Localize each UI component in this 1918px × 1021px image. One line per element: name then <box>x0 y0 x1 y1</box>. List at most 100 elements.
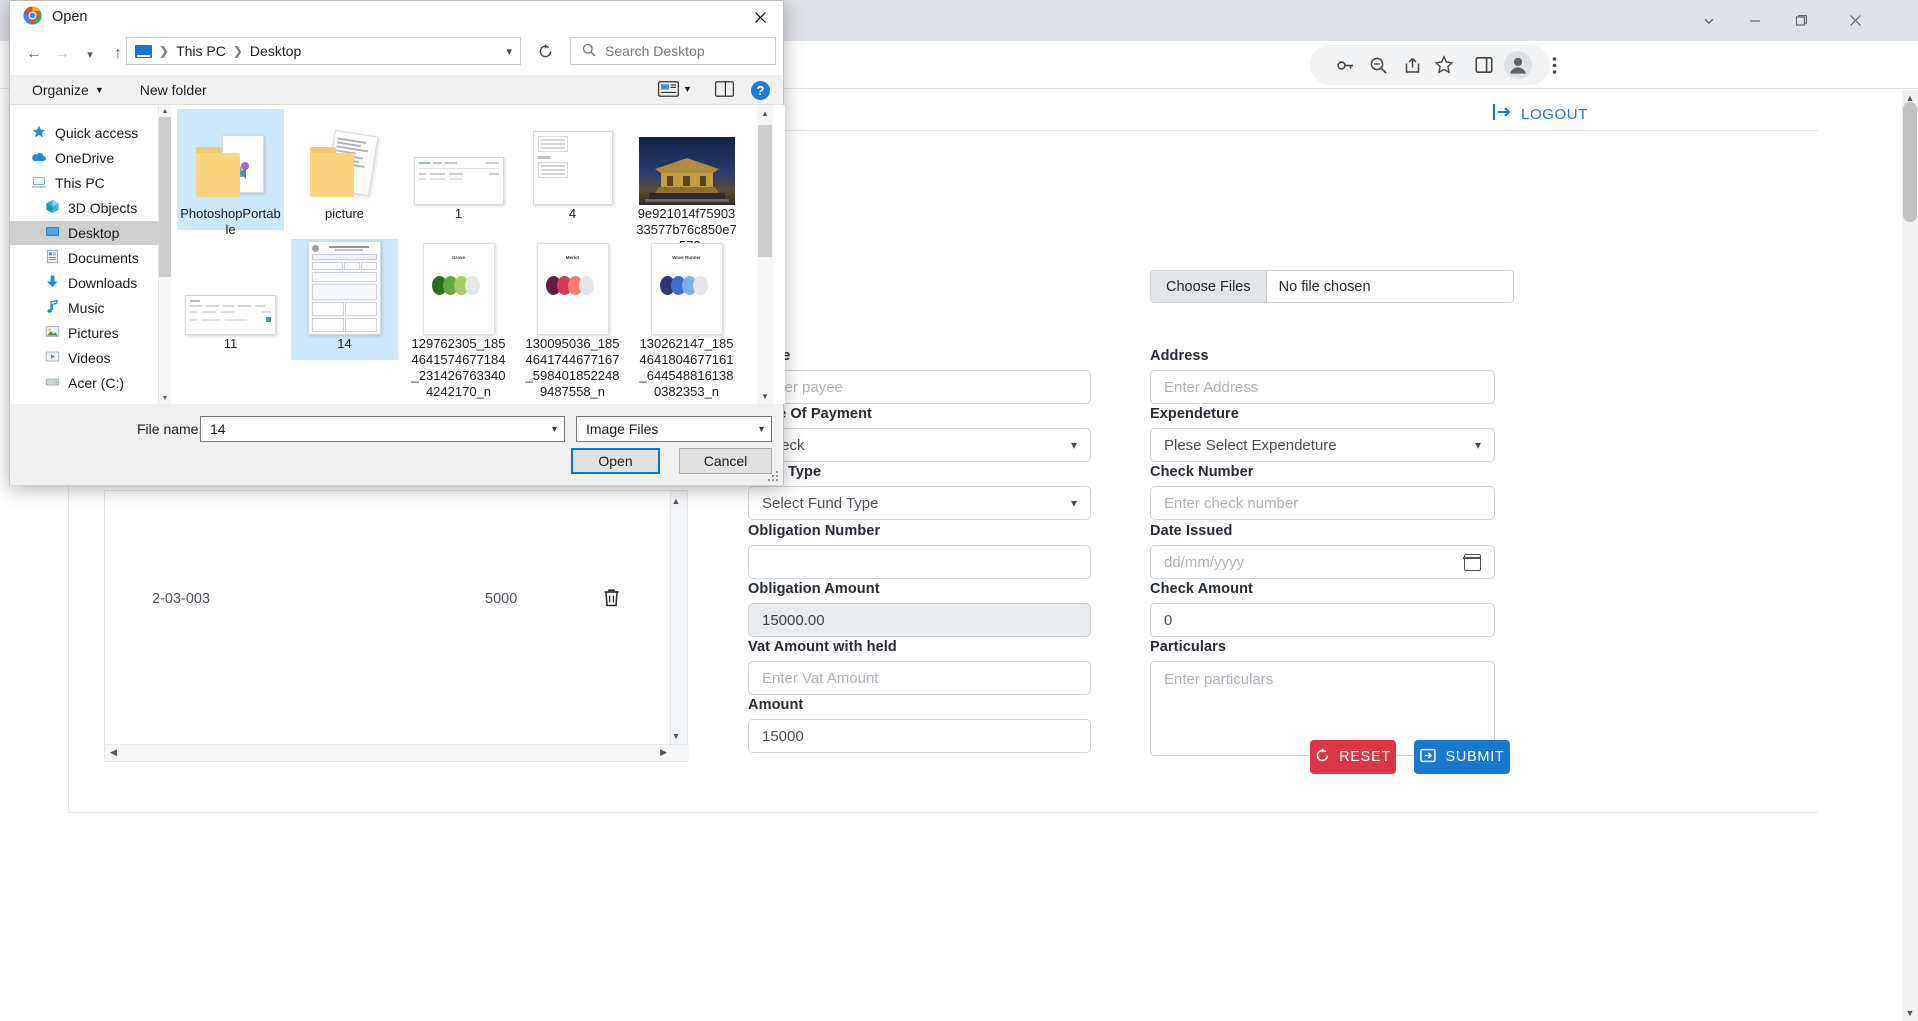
help-icon[interactable]: ? <box>751 81 770 100</box>
refresh-icon[interactable] <box>531 37 559 65</box>
chrome-logo-icon <box>23 5 42 29</box>
amount-input[interactable]: 15000 <box>748 719 1091 753</box>
table-vertical-scrollbar[interactable]: ▲ ▼ <box>670 491 687 746</box>
submit-button[interactable]: SUBMIT <box>1414 740 1510 774</box>
sidebar-item-onedrive[interactable]: OneDrive <box>10 146 159 170</box>
search-box[interactable]: Search Desktop <box>570 37 776 65</box>
navigation-pane: Quick access OneDrive This PC 3D Objects… <box>10 105 159 404</box>
scroll-left-icon[interactable]: ◀ <box>110 747 117 758</box>
sidebar-item-pictures[interactable]: Pictures <box>10 321 159 345</box>
change-view-button[interactable]: ▼ <box>658 81 692 97</box>
date-issued-input[interactable]: dd/mm/yyyy <box>1150 545 1495 579</box>
cancel-button[interactable]: Cancel <box>679 448 772 474</box>
resize-grip-icon[interactable] <box>768 471 778 481</box>
scroll-up-icon[interactable]: ▲ <box>159 105 171 117</box>
breadcrumb-desktop[interactable]: Desktop <box>250 43 301 59</box>
sidebar-label: Pictures <box>68 325 119 341</box>
nav-scroll-thumb[interactable] <box>159 117 171 277</box>
file-name-input[interactable]: 14 ▾ <box>200 416 565 442</box>
choose-files-button[interactable]: Choose Files <box>1151 271 1267 302</box>
file-tile-1[interactable]: 1 <box>405 109 512 230</box>
profile-icon[interactable] <box>1498 41 1538 89</box>
reset-button[interactable]: RESET <box>1310 740 1396 774</box>
table-row[interactable]: 2-03-003 5000 <box>105 581 687 621</box>
scroll-down-icon[interactable]: ▼ <box>757 388 773 404</box>
documents-icon <box>45 249 60 267</box>
address-input[interactable]: Enter Address <box>1150 370 1495 404</box>
breadcrumb-this-pc[interactable]: This PC <box>176 43 226 59</box>
particulars-placeholder: Enter particulars <box>1164 671 1274 688</box>
scroll-down-icon[interactable]: ▼ <box>668 728 684 744</box>
star-icon[interactable] <box>1424 41 1464 89</box>
forward-icon[interactable]: → <box>48 39 76 69</box>
sidebar-item-downloads[interactable]: Downloads <box>10 271 159 295</box>
recent-locations-chevron-icon[interactable]: ▾ <box>76 39 104 69</box>
file-upload-control[interactable]: Choose Files No file chosen <box>1150 270 1514 303</box>
table-horizontal-scrollbar[interactable]: ◀ ▶ <box>105 744 689 761</box>
file-tile-9e921014f7590333577b76c850e7c573[interactable]: 9e921014f7590333577b76c850e7c573 <box>633 109 740 253</box>
file-tile-photoshopportable[interactable]: PhotoshopPortable <box>177 109 284 237</box>
desktop-folder-icon <box>135 44 152 58</box>
downloads-icon <box>45 274 60 292</box>
file-tile-grove-swatch[interactable]: Grove 129762305_1854641574677184_2314267… <box>405 239 512 399</box>
check-amount-input[interactable]: 0 <box>1150 603 1495 637</box>
vat-amount-input[interactable]: Enter Vat Amount <box>748 661 1091 695</box>
scroll-up-icon[interactable]: ▲ <box>757 105 773 121</box>
organize-button[interactable]: Organize ▼ <box>32 82 104 98</box>
file-tile-merlot-swatch[interactable]: Merlot 130095036_1854641744677167_598401… <box>519 239 626 399</box>
sidebar-item-videos[interactable]: Videos <box>10 346 159 370</box>
minimize-icon[interactable] <box>1732 0 1778 41</box>
calendar-icon[interactable] <box>1463 553 1481 571</box>
obligation-number-input[interactable] <box>748 545 1091 579</box>
sidebar-item-music[interactable]: Music <box>10 296 159 320</box>
file-list-scrollbar[interactable]: ▲ ▼ <box>757 105 773 404</box>
sidebar-label: OneDrive <box>55 150 115 166</box>
page-scrollbar[interactable]: ▲ ▼ <box>1902 90 1918 1021</box>
delete-row-icon[interactable] <box>603 588 620 611</box>
page-scroll-thumb[interactable] <box>1903 102 1917 222</box>
mode-of-payment-select[interactable]: Check ▾ <box>748 428 1091 462</box>
file-scroll-thumb[interactable] <box>758 125 772 257</box>
payee-input[interactable]: Enter payee <box>748 370 1091 404</box>
back-icon[interactable]: ← <box>20 39 48 69</box>
preview-pane-button[interactable] <box>715 81 734 97</box>
file-label: picture <box>324 206 365 221</box>
new-folder-button[interactable]: New folder <box>140 82 207 98</box>
address-breadcrumb-bar[interactable]: ❯ This PC ❯ Desktop ▾ <box>126 37 521 65</box>
breadcrumb-chevron-down-icon[interactable]: ▾ <box>506 45 512 58</box>
close-icon[interactable] <box>1832 0 1878 41</box>
file-tile-11[interactable]: 11 <box>177 239 284 360</box>
chevron-down-icon[interactable]: ▾ <box>552 424 557 435</box>
sidebar-item-quick-access[interactable]: Quick access <box>10 121 159 145</box>
sidebar-item-this-pc[interactable]: This PC <box>10 171 159 195</box>
folder-thumbnail <box>177 109 284 205</box>
scroll-right-icon[interactable]: ▶ <box>660 747 667 758</box>
navigation-pane-scrollbar[interactable]: ▲ ▼ <box>159 105 171 404</box>
file-type-select[interactable]: Image Files ▾ <box>576 416 772 442</box>
tab-search-chevron-icon[interactable] <box>1686 0 1732 41</box>
logout-button[interactable]: LOGOUT <box>1492 103 1588 125</box>
scroll-up-icon[interactable]: ▲ <box>668 493 684 509</box>
sidebar-item-desktop[interactable]: Desktop <box>10 221 159 245</box>
sidebar-item-documents[interactable]: Documents <box>10 246 159 270</box>
scroll-down-icon[interactable]: ▼ <box>159 392 171 404</box>
dialog-close-icon[interactable] <box>737 1 783 33</box>
file-tile-14[interactable]: 14 <box>291 239 398 360</box>
browser-menu-icon[interactable] <box>1534 41 1574 89</box>
file-tile-picture[interactable]: picture <box>291 109 398 230</box>
expendeture-select[interactable]: Plese Select Expendeture ▾ <box>1150 428 1495 462</box>
breadcrumb-separator-icon: ❯ <box>159 44 170 58</box>
restore-icon[interactable] <box>1778 0 1824 41</box>
sidebar-item-acer-c[interactable]: Acer (C:) <box>10 371 159 395</box>
file-tile-wave-runner-swatch[interactable]: Wave Runner 130262147_1854641804677161_6… <box>633 239 740 399</box>
check-number-input[interactable]: Enter check number <box>1150 486 1495 520</box>
vat-amount-label: Vat Amount with held <box>748 639 897 655</box>
videos-icon <box>45 349 60 367</box>
fund-type-select[interactable]: Select Fund Type ▾ <box>748 486 1091 520</box>
fund-type-value: Select Fund Type <box>762 494 879 512</box>
page-scroll-down-icon[interactable]: ▼ <box>1902 1005 1918 1021</box>
chevron-down-icon[interactable]: ▾ <box>759 424 764 435</box>
sidebar-item-3d-objects[interactable]: 3D Objects <box>10 196 159 220</box>
file-tile-4[interactable]: 4 <box>519 109 626 230</box>
open-button[interactable]: Open <box>571 448 660 474</box>
